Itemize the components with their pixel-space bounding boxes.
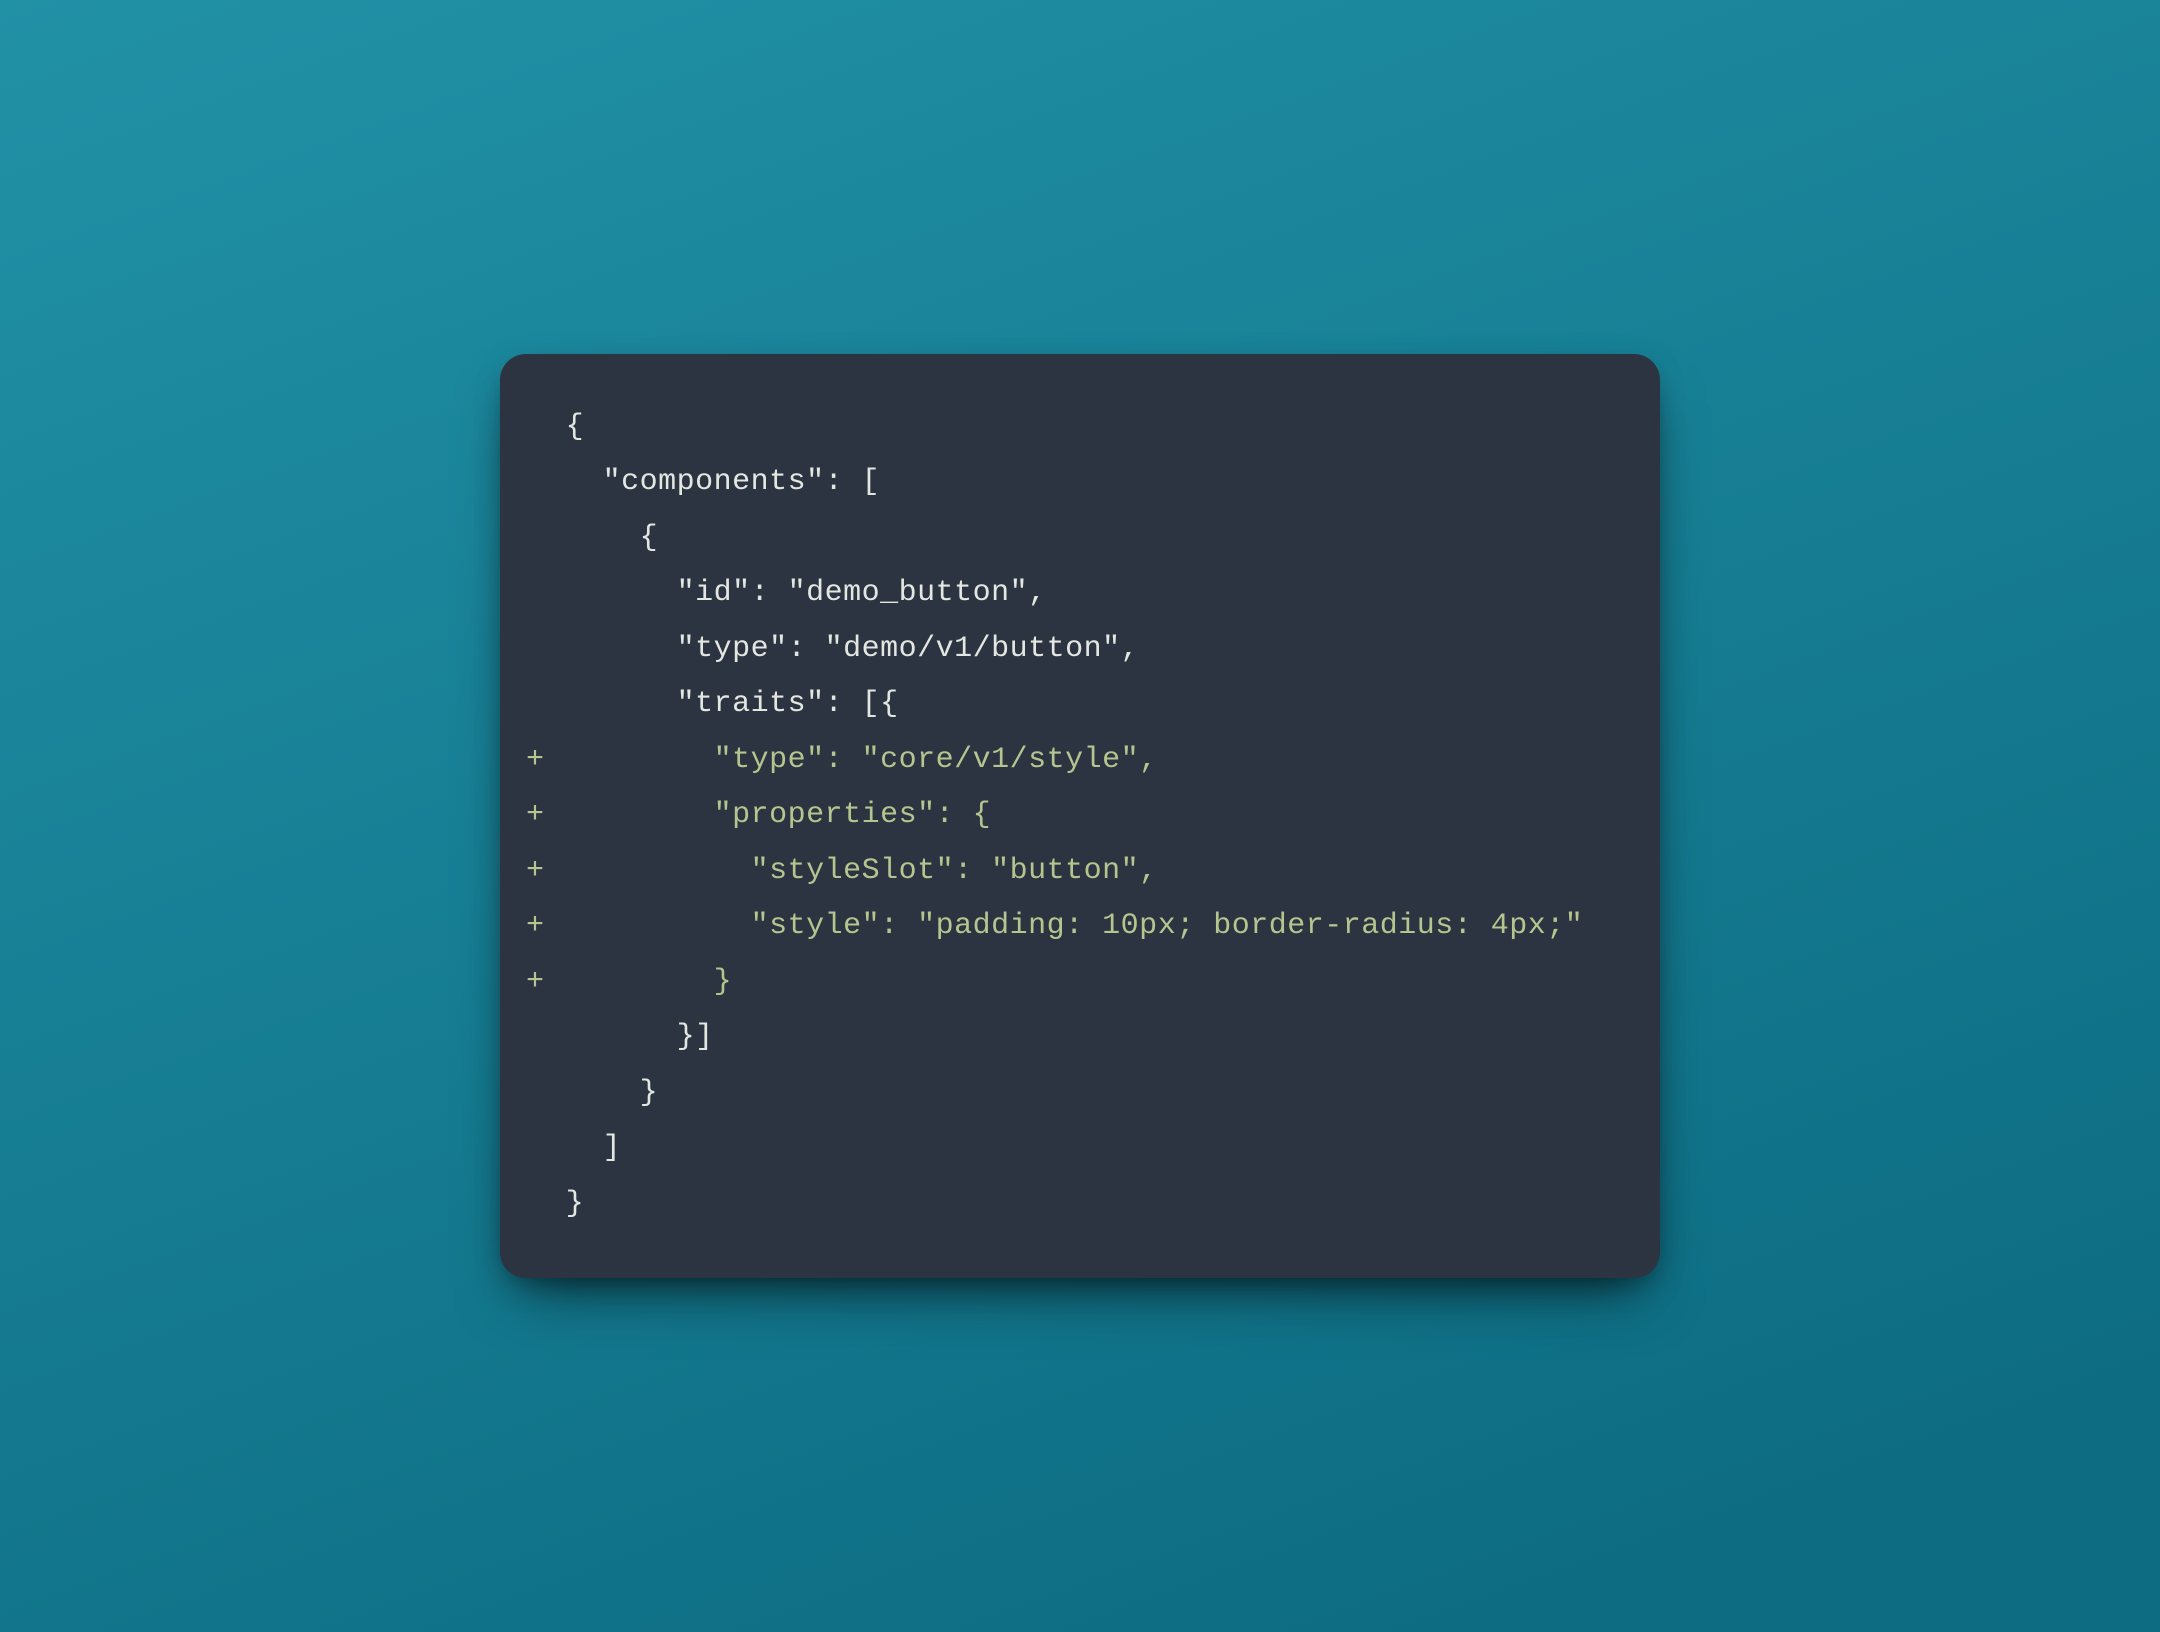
code-line-text: "id": "demo_button", <box>566 566 1634 622</box>
code-line-text: "type": "core/v1/style", <box>566 733 1634 789</box>
diff-marker-added: + <box>526 899 566 955</box>
code-line-text: "type": "demo/v1/button", <box>566 622 1634 678</box>
code-line: "traits": [{ <box>526 677 1634 733</box>
code-line-text: { <box>566 511 1634 567</box>
code-line-text: } <box>566 955 1634 1011</box>
code-line: + "type": "core/v1/style", <box>526 733 1634 789</box>
code-line: "id": "demo_button", <box>526 566 1634 622</box>
code-line: + "style": "padding: 10px; border-radius… <box>526 899 1634 955</box>
code-line-text: "styleSlot": "button", <box>566 844 1634 900</box>
diff-marker-added: + <box>526 844 566 900</box>
diff-marker-added: + <box>526 733 566 789</box>
code-line: + "properties": { <box>526 788 1634 844</box>
code-panel: { "components": [ { "id": "demo_button",… <box>500 354 1660 1279</box>
code-line: + "styleSlot": "button", <box>526 844 1634 900</box>
diff-marker-added: + <box>526 788 566 844</box>
code-line: "type": "demo/v1/button", <box>526 622 1634 678</box>
code-line-text: } <box>566 1177 1634 1233</box>
diff-marker-added: + <box>526 955 566 1011</box>
code-line-text: "traits": [{ <box>566 677 1634 733</box>
code-line-text: "properties": { <box>566 788 1634 844</box>
code-line: "components": [ <box>526 455 1634 511</box>
code-line-text: "components": [ <box>566 455 1634 511</box>
code-line-text: } <box>566 1066 1634 1122</box>
code-block: { "components": [ { "id": "demo_button",… <box>526 400 1634 1233</box>
code-line: { <box>526 400 1634 456</box>
code-line: } <box>526 1177 1634 1233</box>
code-line-text: ] <box>566 1121 1634 1177</box>
code-line: + } <box>526 955 1634 1011</box>
code-line-text: { <box>566 400 1634 456</box>
code-line: } <box>526 1066 1634 1122</box>
code-line: }] <box>526 1010 1634 1066</box>
code-line: ] <box>526 1121 1634 1177</box>
code-line: { <box>526 511 1634 567</box>
code-line-text: }] <box>566 1010 1634 1066</box>
code-line-text: "style": "padding: 10px; border-radius: … <box>566 899 1634 955</box>
